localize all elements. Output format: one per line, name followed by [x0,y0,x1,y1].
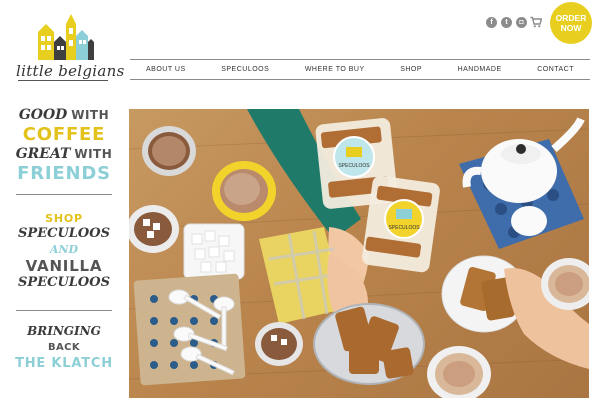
tagline-vanilla: VANILLA [25,257,103,275]
mug-bottom [255,322,303,366]
nav-about-us[interactable]: ABOUT US [146,66,186,73]
tagline-bringing: BRINGING [27,324,101,338]
tagline-with-1: WITH [71,108,110,122]
spoons-napkin [133,273,246,386]
package-label-1: SPECULOOS [338,163,370,169]
nav-where-to-buy[interactable]: WHERE TO BUY [305,66,365,73]
tagline-block-3: BRINGING BACK THE KLATCH [12,324,116,372]
package-label-2: SPECULOOS [388,225,420,231]
teapot-trivet [459,117,585,249]
tagline-speculoos-2: SPECULOOS [18,275,110,290]
nav-speculoos[interactable]: SPECULOOS [221,66,269,73]
mug-yellow [212,161,276,221]
tagline-great: GREAT [15,146,71,162]
tagline-friends: FRIENDS [17,163,111,184]
nav-handmade[interactable]: HANDMADE [458,66,502,73]
brand-name: little belgians [16,62,125,80]
tagline-block-1: GOOD WITH COFFEE GREAT WITH FRIENDS [12,106,116,184]
tagline-divider-1 [16,194,112,195]
nav-contact[interactable]: CONTACT [537,66,574,73]
tagline-speculoos-1: SPECULOOS [18,226,110,241]
tagline-shop: SHOP [45,212,83,225]
cart-icon[interactable] [530,16,542,28]
order-now-line2: NOW [560,23,582,33]
tagline-with-2: WITH [74,147,113,161]
cappuccino-bottom [427,346,491,398]
social-links: f t ◘ [486,17,527,28]
houses-icon [38,14,94,60]
order-now-line1: ORDER [555,13,587,23]
tagline-back: BACK [47,342,81,353]
logo-underline [18,80,108,81]
mug-top-left [142,126,196,176]
speculoos-package-2: SPECULOOS [362,175,440,273]
tagline-good: GOOD [18,107,68,123]
tagline-and: AND [49,243,79,256]
tagline-klatch: THE KLATCH [15,356,113,371]
marshmallow-bowl [183,223,245,280]
cookie-bowl [313,303,425,385]
instagram-icon[interactable]: ◘ [516,17,527,28]
order-now-button[interactable]: ORDER NOW [550,2,592,44]
mug-marshmallow [129,205,179,253]
hero-image: SPECULOOS SPECULOOS [129,109,589,398]
tagline-coffee: COFFEE [22,124,106,145]
main-nav: ABOUT US SPECULOOS WHERE TO BUY SHOP HAN… [130,59,590,80]
tagline-block-2[interactable]: SHOP SPECULOOS AND VANILLA SPECULOOS [12,212,116,291]
twitter-icon[interactable]: t [501,17,512,28]
hero-illustration: SPECULOOS SPECULOOS [129,109,589,398]
brand-logo[interactable]: little belgians [14,10,124,86]
tagline-divider-2 [16,310,112,311]
nav-shop[interactable]: SHOP [400,66,422,73]
facebook-icon[interactable]: f [486,17,497,28]
